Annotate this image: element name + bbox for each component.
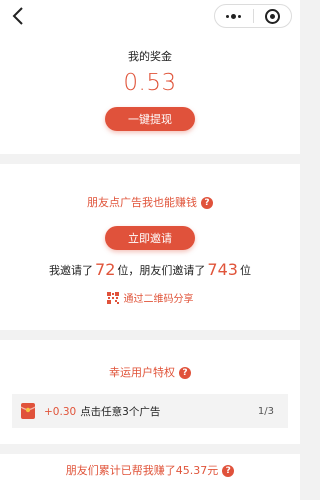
- task-label: 点击任意3个广告: [80, 405, 161, 418]
- withdraw-button[interactable]: 一键提现: [105, 107, 195, 131]
- earnings-title: 朋友们累计已帮我赚了45.37元?: [0, 462, 300, 478]
- qr-share-link[interactable]: 通过二维码分享: [0, 290, 300, 305]
- qr-share-label: 通过二维码分享: [123, 294, 194, 305]
- my-invite-count: 72: [95, 260, 116, 279]
- mini-program-capsule: [214, 4, 292, 28]
- stats-suffix: 位: [239, 264, 251, 277]
- more-button[interactable]: [215, 5, 253, 27]
- back-button[interactable]: [6, 4, 30, 28]
- reward-title: 我的奖金: [128, 50, 172, 63]
- ad-task-row[interactable]: +0.30 点击任意3个广告 1/3: [12, 394, 288, 428]
- stats-prefix: 我邀请了: [49, 264, 94, 277]
- privilege-title: 幸运用户特权?: [0, 364, 300, 380]
- earnings-banner: 朋友们累计已帮我赚了45.37元?: [0, 454, 300, 500]
- chevron-left-icon: [12, 7, 23, 25]
- task-progress: 1/3: [257, 405, 274, 417]
- friends-invite-count: 743: [207, 260, 238, 279]
- help-icon[interactable]: ?: [222, 465, 235, 477]
- earnings-title-text: 朋友们累计已帮我赚了45.37元: [65, 464, 219, 477]
- invite-title-text: 朋友点广告我也能赚钱: [87, 196, 197, 209]
- stats-mid: 位，朋友们邀请了: [117, 264, 206, 277]
- reward-section: 我的奖金 0.53 一键提现: [0, 34, 300, 154]
- close-miniprogram-button[interactable]: [253, 5, 291, 27]
- help-icon[interactable]: ?: [201, 197, 213, 209]
- red-packet-icon: [20, 403, 36, 419]
- privilege-title-text: 幸运用户特权: [109, 366, 175, 379]
- help-icon[interactable]: ?: [179, 367, 191, 379]
- invite-stats: 我邀请了 72 位，朋友们邀请了 743 位: [0, 260, 300, 279]
- target-close-icon: [264, 8, 280, 24]
- invite-section: 朋友点广告我也能赚钱? 立即邀请 我邀请了 72 位，朋友们邀请了 743 位 通过二维…: [0, 164, 300, 330]
- task-description: +0.30 点击任意3个广告: [44, 404, 160, 419]
- reward-amount: 0.53: [123, 70, 177, 96]
- invite-title: 朋友点广告我也能赚钱?: [0, 194, 300, 210]
- invite-button[interactable]: 立即邀请: [105, 226, 195, 250]
- privilege-section: 幸运用户特权? +0.30 点击任意3个广告 1/3: [0, 340, 300, 444]
- more-dots-icon: [226, 13, 242, 19]
- task-bonus: +0.30: [44, 405, 77, 418]
- top-nav-bar: [0, 0, 300, 34]
- qr-code-icon: [106, 291, 119, 304]
